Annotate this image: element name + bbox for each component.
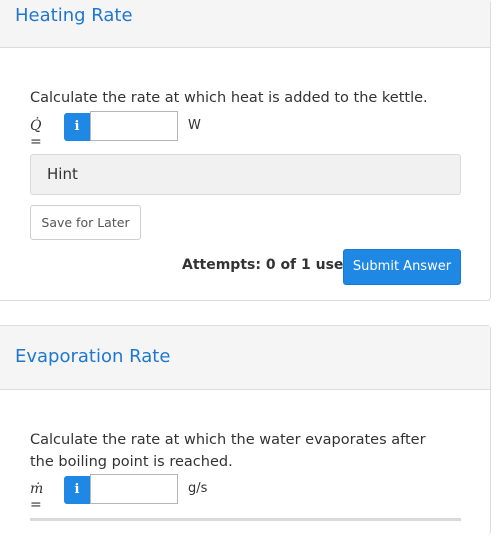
info-icon[interactable]: i (64, 476, 90, 504)
evaporation-rate-question: Calculate the rate at which the water ev… (30, 432, 426, 470)
save-for-later-button[interactable]: Save for Later (30, 205, 141, 240)
evaporation-rate-input[interactable] (90, 474, 178, 504)
submit-answer-button[interactable]: Submit Answer (343, 249, 461, 285)
unit-label: W (188, 118, 201, 133)
q-dot-variable-label: Q̇ = (30, 118, 42, 150)
unit-label: g/s (188, 481, 208, 496)
info-icon[interactable]: i (64, 113, 90, 141)
attempts-counter: Attempts: 0 of 1 used (182, 257, 354, 273)
heat-rate-input[interactable] (90, 111, 178, 141)
evaporation-rate-title: Evaporation Rate (15, 346, 171, 367)
heating-rate-question: Calculate the rate at which heat is adde… (30, 90, 428, 106)
hint-toggle[interactable]: Hint (30, 154, 461, 195)
m-dot-variable-label: ṁ = (30, 481, 44, 513)
heating-rate-title: Heating Rate (15, 5, 133, 26)
